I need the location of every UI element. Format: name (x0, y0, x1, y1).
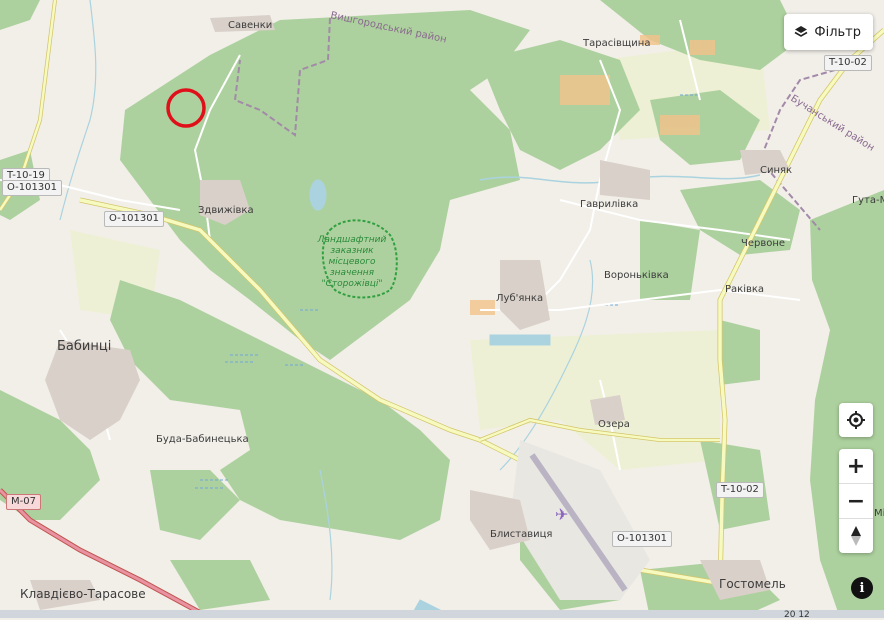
compass-button[interactable] (839, 519, 873, 553)
road-shield-o101301-zdvyzhivka: O-101301 (104, 211, 164, 227)
svg-text:✈: ✈ (555, 505, 568, 524)
zoom-in-button[interactable]: + (839, 449, 873, 484)
zoom-controls: + − (839, 449, 873, 553)
road-shield-t1002-south: T-10-02 (716, 482, 764, 498)
place-label-babyntsi: Бабинці (57, 339, 111, 354)
filter-button[interactable]: Фільтр (784, 14, 873, 50)
place-label-syniak: Синяк (760, 165, 792, 176)
road-shield-t1002-north: T-10-02 (824, 55, 872, 71)
place-label-kladivo-tarasove: Клавдієво-Тарасове (20, 587, 146, 601)
place-label-tarasivshchyna: Тарасівщина (582, 37, 650, 49)
reserve-label-line-1: Ландшафтний (317, 235, 387, 245)
road-shield-o101301-south: O-101301 (612, 531, 672, 547)
place-label-rakivka: Раківка (725, 283, 764, 295)
map-canvas[interactable]: ✈ Ландшафтний заказник місцевого значенн… (0, 0, 884, 618)
place-label-havrylivka: Гаврилівка (580, 198, 638, 210)
reserve-label-line-5: "Сторожівці" (321, 279, 382, 289)
place-label-savenky: Савенки (228, 20, 272, 31)
filter-button-label: Фільтр (814, 24, 861, 40)
road-shield-o101301-west: O-101301 (2, 180, 62, 196)
place-label-lubianka: Луб'янка (496, 293, 543, 304)
place-label-chervone: Червоне (741, 238, 785, 249)
compass-north-icon (851, 526, 861, 546)
attribution-strip (0, 610, 884, 618)
place-label-zdvyzhivka: Здвижівка (198, 204, 254, 216)
crosshair-icon (847, 411, 865, 429)
place-label-mis: Міс (874, 507, 884, 519)
place-label-ozera: Озера (598, 419, 630, 430)
place-label-buda-babynetska: Буда-Бабинецька (156, 434, 249, 445)
locate-button[interactable] (839, 403, 873, 437)
place-label-hostomel: Гостомель (719, 577, 786, 591)
scale-readout: 20 12 (784, 610, 810, 620)
reserve-label-line-2: заказник (330, 246, 374, 256)
layers-icon (794, 26, 808, 37)
place-label-vorontsivka: Вороньківка (604, 269, 669, 281)
zoom-out-button[interactable]: − (839, 484, 873, 519)
road-shield-m07: M-07 (6, 494, 41, 510)
place-label-blystavytsia: Блиставиця (490, 529, 552, 540)
info-button[interactable]: i (851, 577, 873, 599)
place-label-huta-m: Гута-М (852, 195, 884, 206)
reserve-label-line-4: значення (330, 268, 375, 278)
reserve-label-line-3: місцевого (329, 257, 376, 267)
